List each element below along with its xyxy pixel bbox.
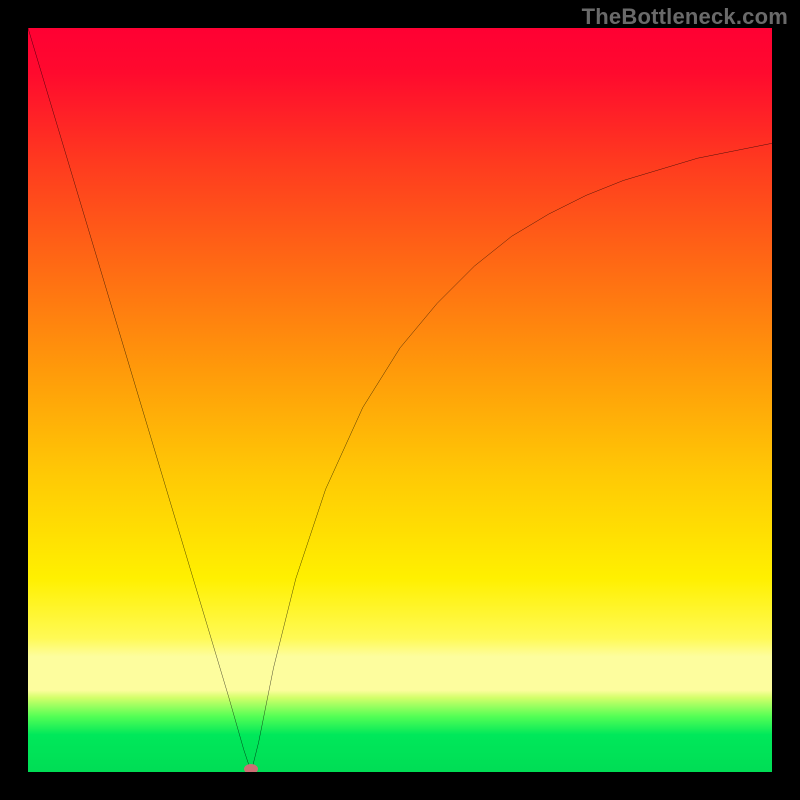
chart-frame: TheBottleneck.com <box>0 0 800 800</box>
watermark-text: TheBottleneck.com <box>582 4 788 30</box>
curve-path <box>28 28 772 772</box>
plot-area <box>28 28 772 772</box>
minimum-point-marker <box>244 764 258 772</box>
bottleneck-curve <box>28 28 772 772</box>
